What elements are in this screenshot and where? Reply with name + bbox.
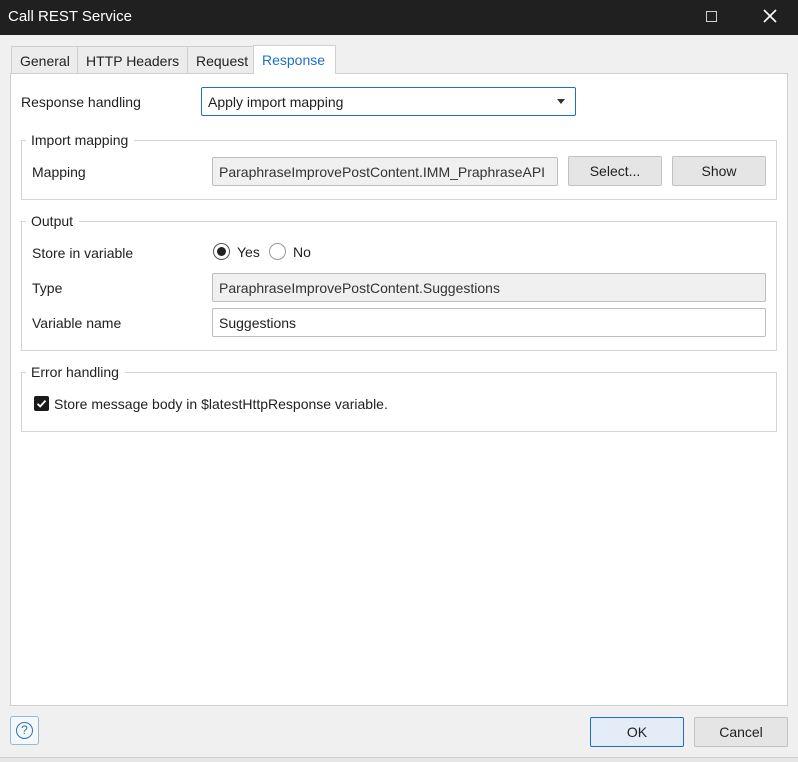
tab-http-headers[interactable]: HTTP Headers xyxy=(77,46,188,73)
response-handling-label: Response handling xyxy=(21,94,141,110)
variable-name-label: Variable name xyxy=(32,315,122,331)
maximize-icon[interactable] xyxy=(706,11,717,22)
tab-response[interactable]: Response xyxy=(253,45,336,74)
help-button[interactable]: ? xyxy=(10,716,39,745)
title-bar: Call REST Service xyxy=(0,0,798,35)
error-handling-legend: Error handling xyxy=(26,364,125,380)
mapping-field[interactable]: ParaphraseImprovePostContent.IMM_Praphra… xyxy=(212,157,558,186)
response-handling-value: Apply import mapping xyxy=(208,94,344,110)
store-message-body-label[interactable]: Store message body in $latestHttpRespons… xyxy=(54,396,388,412)
tab-general[interactable]: General xyxy=(11,46,78,73)
chevron-down-icon xyxy=(557,99,565,104)
close-icon[interactable] xyxy=(756,4,784,30)
store-yes-radio[interactable] xyxy=(213,243,230,260)
store-no-label[interactable]: No xyxy=(293,244,311,260)
tab-request[interactable]: Request xyxy=(187,46,254,73)
show-mapping-button[interactable]: Show xyxy=(672,156,766,186)
import-mapping-legend: Import mapping xyxy=(26,132,135,148)
ok-button[interactable]: OK xyxy=(590,717,684,747)
window-title: Call REST Service xyxy=(8,8,132,25)
cancel-button[interactable]: Cancel xyxy=(694,717,788,747)
type-field: ParaphraseImprovePostContent.Suggestions xyxy=(212,273,766,302)
store-yes-label[interactable]: Yes xyxy=(237,244,260,260)
help-icon: ? xyxy=(16,722,33,739)
store-no-radio[interactable] xyxy=(269,243,286,260)
type-label: Type xyxy=(32,280,63,296)
select-mapping-button[interactable]: Select... xyxy=(568,156,662,186)
checkmark-icon xyxy=(36,399,47,408)
store-message-body-checkbox[interactable] xyxy=(34,396,49,411)
radio-selected-dot xyxy=(217,247,226,256)
store-in-variable-label: Store in variable xyxy=(32,245,134,261)
variable-name-input[interactable]: Suggestions xyxy=(212,308,766,337)
bottom-edge xyxy=(0,757,798,762)
response-handling-dropdown[interactable]: Apply import mapping xyxy=(201,87,576,116)
output-legend: Output xyxy=(26,213,80,229)
mapping-label: Mapping xyxy=(32,164,86,180)
